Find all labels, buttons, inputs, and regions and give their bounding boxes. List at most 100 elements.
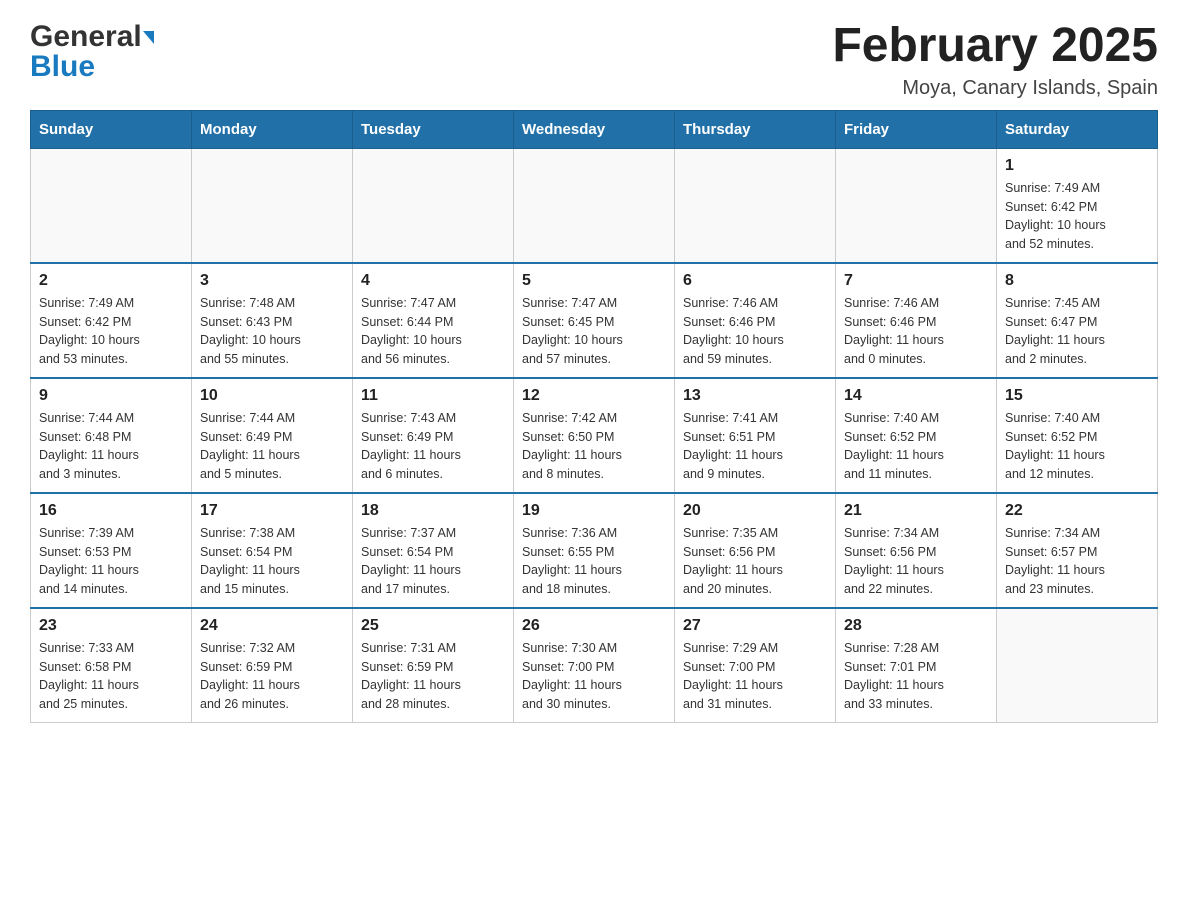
day-info: Sunrise: 7:46 AM Sunset: 6:46 PM Dayligh… bbox=[683, 294, 827, 369]
calendar-cell: 16 Sunrise: 7:39 AM Sunset: 6:53 PM Dayli… bbox=[31, 493, 192, 608]
location: Moya, Canary Islands, Spain bbox=[832, 77, 1158, 100]
day-number: 26 bbox=[522, 617, 666, 635]
day-number: 5 bbox=[522, 272, 666, 290]
day-info: Sunrise: 7:46 AM Sunset: 6:46 PM Dayligh… bbox=[844, 294, 988, 369]
day-number: 13 bbox=[683, 387, 827, 405]
day-number: 2 bbox=[39, 272, 183, 290]
calendar-cell: 22Sunrise: 7:34 AM Sunset: 6:57 PM Dayli… bbox=[997, 493, 1158, 608]
calendar-cell: 18 Sunrise: 7:37 AM Sunset: 6:54 PM Dayli… bbox=[353, 493, 514, 608]
day-number: 7 bbox=[844, 272, 988, 290]
day-info: Sunrise: 7:49 AM Sunset: 6:42 PM Dayligh… bbox=[39, 294, 183, 369]
logo-area: General Blue bbox=[30, 20, 155, 84]
calendar-cell bbox=[997, 608, 1158, 723]
day-number: 11 bbox=[361, 387, 505, 405]
logo-blue: Blue bbox=[30, 50, 95, 83]
month-title: February 2025 bbox=[832, 20, 1158, 73]
day-of-week-header: Friday bbox=[836, 110, 997, 148]
day-number: 24 bbox=[200, 617, 344, 635]
day-info: Sunrise: 7:30 AM Sunset: 7:00 PM Dayligh… bbox=[522, 639, 666, 714]
day-number: 17 bbox=[200, 502, 344, 520]
day-info: Sunrise: 7:42 AM Sunset: 6:50 PM Dayligh… bbox=[522, 409, 666, 484]
day-of-week-header: Monday bbox=[192, 110, 353, 148]
calendar-cell: 19 Sunrise: 7:36 AM Sunset: 6:55 PM Dayli… bbox=[514, 493, 675, 608]
calendar-cell: 24 Sunrise: 7:32 AM Sunset: 6:59 PM Dayli… bbox=[192, 608, 353, 723]
day-number: 25 bbox=[361, 617, 505, 635]
day-number: 21 bbox=[844, 502, 988, 520]
day-number: 20 bbox=[683, 502, 827, 520]
day-number: 27 bbox=[683, 617, 827, 635]
day-number: 10 bbox=[200, 387, 344, 405]
day-info: Sunrise: 7:37 AM Sunset: 6:54 PM Dayligh… bbox=[361, 524, 505, 599]
day-info: Sunrise: 7:49 AM Sunset: 6:42 PM Dayligh… bbox=[1005, 179, 1149, 254]
day-of-week-header: Thursday bbox=[675, 110, 836, 148]
page-header: General Blue February 2025 Moya, Canary … bbox=[30, 20, 1158, 100]
day-number: 16 bbox=[39, 502, 183, 520]
day-info: Sunrise: 7:36 AM Sunset: 6:55 PM Dayligh… bbox=[522, 524, 666, 599]
calendar-cell: 28Sunrise: 7:28 AM Sunset: 7:01 PM Dayli… bbox=[836, 608, 997, 723]
calendar-cell: 9Sunrise: 7:44 AM Sunset: 6:48 PM Daylig… bbox=[31, 378, 192, 493]
day-of-week-header: Tuesday bbox=[353, 110, 514, 148]
day-info: Sunrise: 7:35 AM Sunset: 6:56 PM Dayligh… bbox=[683, 524, 827, 599]
calendar-table: SundayMondayTuesdayWednesdayThursdayFrid… bbox=[30, 110, 1158, 723]
day-info: Sunrise: 7:44 AM Sunset: 6:48 PM Dayligh… bbox=[39, 409, 183, 484]
day-info: Sunrise: 7:40 AM Sunset: 6:52 PM Dayligh… bbox=[844, 409, 988, 484]
calendar-cell bbox=[192, 148, 353, 263]
day-info: Sunrise: 7:34 AM Sunset: 6:56 PM Dayligh… bbox=[844, 524, 988, 599]
calendar-cell: 2 Sunrise: 7:49 AM Sunset: 6:42 PM Daylig… bbox=[31, 263, 192, 378]
calendar-cell: 17 Sunrise: 7:38 AM Sunset: 6:54 PM Dayli… bbox=[192, 493, 353, 608]
calendar-cell bbox=[836, 148, 997, 263]
day-of-week-header: Saturday bbox=[997, 110, 1158, 148]
calendar-cell: 26 Sunrise: 7:30 AM Sunset: 7:00 PM Dayli… bbox=[514, 608, 675, 723]
day-of-week-header: Sunday bbox=[31, 110, 192, 148]
calendar-cell: 8 Sunrise: 7:45 AM Sunset: 6:47 PM Daylig… bbox=[997, 263, 1158, 378]
day-number: 14 bbox=[844, 387, 988, 405]
calendar-cell: 23 Sunrise: 7:33 AM Sunset: 6:58 PM Dayli… bbox=[31, 608, 192, 723]
calendar-cell: 13Sunrise: 7:41 AM Sunset: 6:51 PM Dayli… bbox=[675, 378, 836, 493]
day-info: Sunrise: 7:45 AM Sunset: 6:47 PM Dayligh… bbox=[1005, 294, 1149, 369]
calendar-cell: 20 Sunrise: 7:35 AM Sunset: 6:56 PM Dayli… bbox=[675, 493, 836, 608]
calendar-cell: 10 Sunrise: 7:44 AM Sunset: 6:49 PM Dayli… bbox=[192, 378, 353, 493]
day-info: Sunrise: 7:39 AM Sunset: 6:53 PM Dayligh… bbox=[39, 524, 183, 599]
calendar-cell: 4 Sunrise: 7:47 AM Sunset: 6:44 PM Daylig… bbox=[353, 263, 514, 378]
calendar-cell bbox=[353, 148, 514, 263]
day-number: 19 bbox=[522, 502, 666, 520]
day-info: Sunrise: 7:43 AM Sunset: 6:49 PM Dayligh… bbox=[361, 409, 505, 484]
day-number: 4 bbox=[361, 272, 505, 290]
calendar-week-row: 23 Sunrise: 7:33 AM Sunset: 6:58 PM Dayli… bbox=[31, 608, 1158, 723]
day-info: Sunrise: 7:28 AM Sunset: 7:01 PM Dayligh… bbox=[844, 639, 988, 714]
calendar-cell: 5Sunrise: 7:47 AM Sunset: 6:45 PM Daylig… bbox=[514, 263, 675, 378]
calendar-cell: 11 Sunrise: 7:43 AM Sunset: 6:49 PM Dayli… bbox=[353, 378, 514, 493]
day-info: Sunrise: 7:47 AM Sunset: 6:44 PM Dayligh… bbox=[361, 294, 505, 369]
day-info: Sunrise: 7:34 AM Sunset: 6:57 PM Dayligh… bbox=[1005, 524, 1149, 599]
day-info: Sunrise: 7:44 AM Sunset: 6:49 PM Dayligh… bbox=[200, 409, 344, 484]
day-info: Sunrise: 7:32 AM Sunset: 6:59 PM Dayligh… bbox=[200, 639, 344, 714]
calendar-cell: 12Sunrise: 7:42 AM Sunset: 6:50 PM Dayli… bbox=[514, 378, 675, 493]
calendar-cell bbox=[514, 148, 675, 263]
day-number: 18 bbox=[361, 502, 505, 520]
day-number: 15 bbox=[1005, 387, 1149, 405]
day-number: 8 bbox=[1005, 272, 1149, 290]
calendar-cell: 15Sunrise: 7:40 AM Sunset: 6:52 PM Dayli… bbox=[997, 378, 1158, 493]
day-of-week-header: Wednesday bbox=[514, 110, 675, 148]
calendar-cell: 14 Sunrise: 7:40 AM Sunset: 6:52 PM Dayli… bbox=[836, 378, 997, 493]
calendar-cell bbox=[675, 148, 836, 263]
day-info: Sunrise: 7:48 AM Sunset: 6:43 PM Dayligh… bbox=[200, 294, 344, 369]
day-number: 1 bbox=[1005, 157, 1149, 175]
day-info: Sunrise: 7:33 AM Sunset: 6:58 PM Dayligh… bbox=[39, 639, 183, 714]
day-number: 3 bbox=[200, 272, 344, 290]
logo-general: General bbox=[30, 20, 142, 54]
calendar-cell bbox=[31, 148, 192, 263]
calendar-cell: 6 Sunrise: 7:46 AM Sunset: 6:46 PM Daylig… bbox=[675, 263, 836, 378]
calendar-week-row: 9Sunrise: 7:44 AM Sunset: 6:48 PM Daylig… bbox=[31, 378, 1158, 493]
day-number: 23 bbox=[39, 617, 183, 635]
day-info: Sunrise: 7:38 AM Sunset: 6:54 PM Dayligh… bbox=[200, 524, 344, 599]
day-info: Sunrise: 7:31 AM Sunset: 6:59 PM Dayligh… bbox=[361, 639, 505, 714]
title-area: February 2025 Moya, Canary Islands, Spai… bbox=[832, 20, 1158, 100]
calendar-cell: 7 Sunrise: 7:46 AM Sunset: 6:46 PM Daylig… bbox=[836, 263, 997, 378]
calendar-week-row: 2 Sunrise: 7:49 AM Sunset: 6:42 PM Daylig… bbox=[31, 263, 1158, 378]
day-number: 6 bbox=[683, 272, 827, 290]
calendar-cell: 27 Sunrise: 7:29 AM Sunset: 7:00 PM Dayli… bbox=[675, 608, 836, 723]
day-info: Sunrise: 7:29 AM Sunset: 7:00 PM Dayligh… bbox=[683, 639, 827, 714]
calendar-cell: 25 Sunrise: 7:31 AM Sunset: 6:59 PM Dayli… bbox=[353, 608, 514, 723]
calendar-cell: 3 Sunrise: 7:48 AM Sunset: 6:43 PM Daylig… bbox=[192, 263, 353, 378]
